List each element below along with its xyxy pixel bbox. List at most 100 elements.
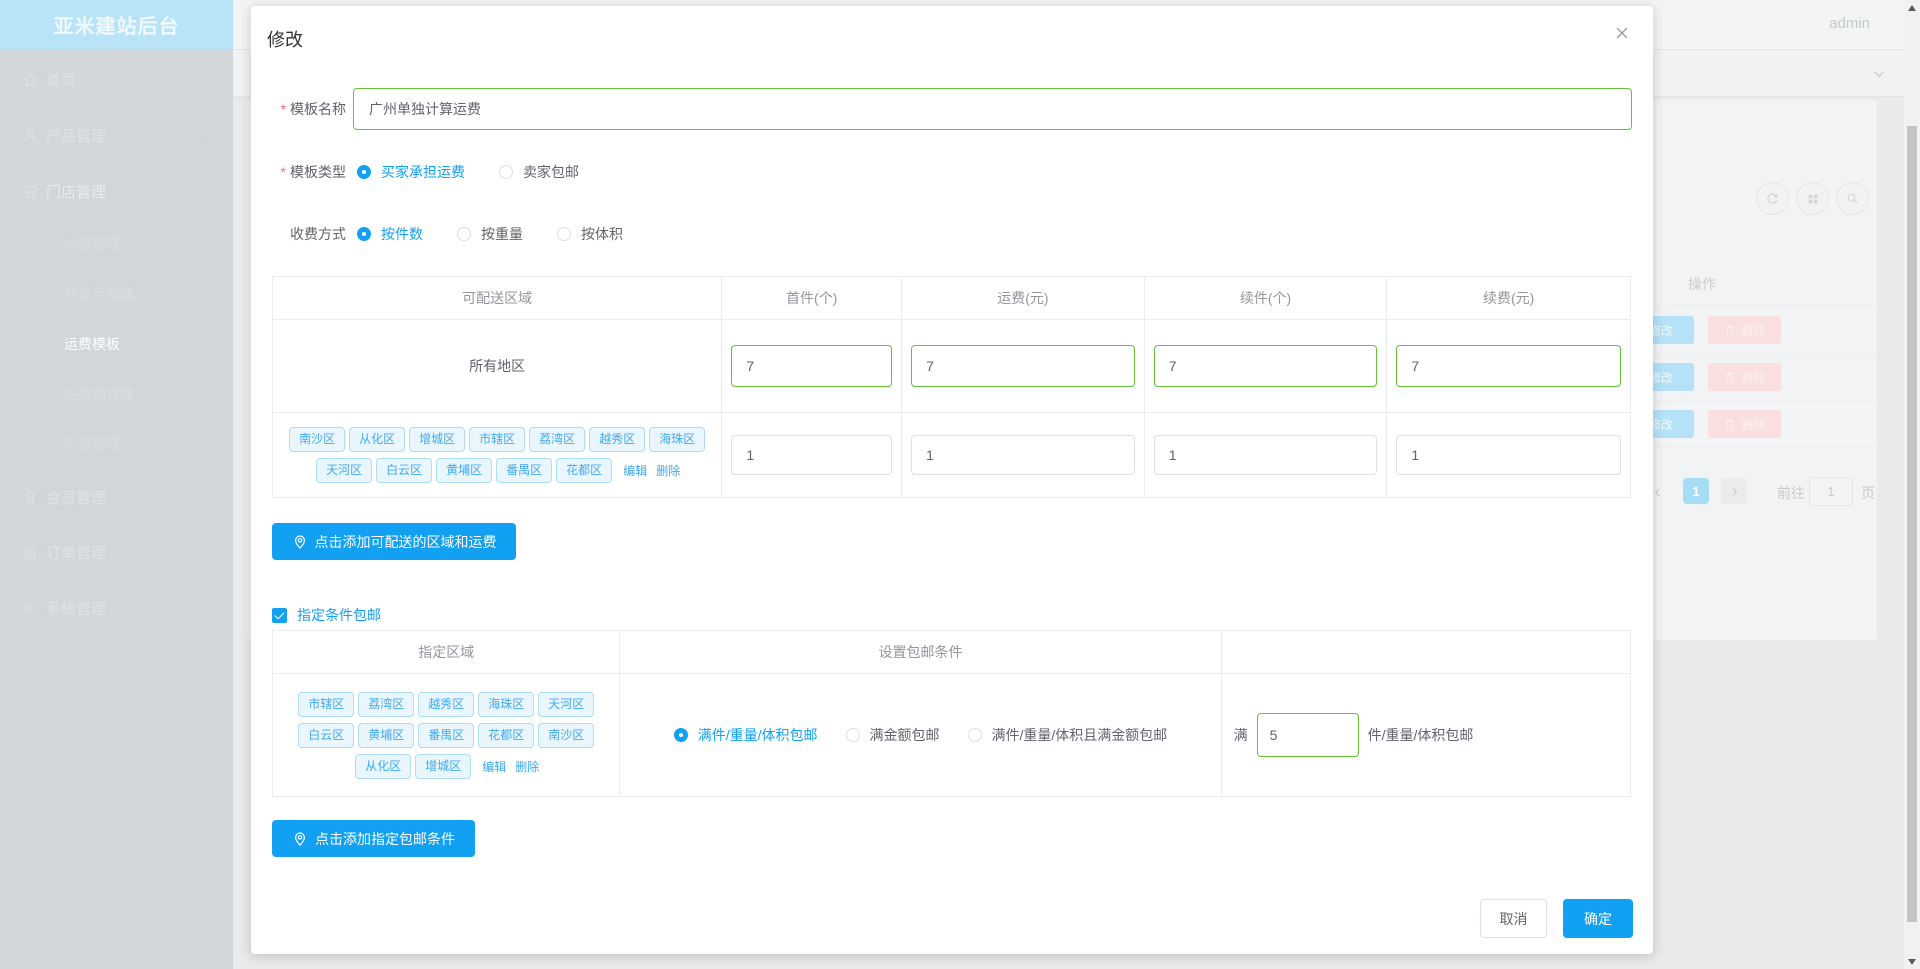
fee-input[interactable] [911,345,1135,387]
sidebar-item-pickup-points[interactable]: 自提点管理 [64,281,204,307]
region-tag: 天河区 [316,458,373,483]
add-region-button[interactable]: 点击添加可配送的区域和运费 [272,523,516,560]
collapse-chevron-icon[interactable] [1872,67,1886,81]
home-icon [22,71,39,88]
refresh-button[interactable] [1756,182,1789,215]
radio-seller-free[interactable]: 卖家包邮 [499,162,579,182]
columns-button[interactable] [1796,182,1829,215]
radio-by-weight[interactable]: 按重量 [457,224,523,244]
edit-regions-link[interactable]: 编辑 [482,758,506,775]
sidebar-item-members[interactable]: 会员管理 [0,484,233,510]
region-tag: 增城区 [409,427,466,452]
sidebar-item-system[interactable]: 系统管理 [0,595,233,621]
shop-icon [22,183,39,200]
region-tag: 南沙区 [289,427,346,452]
trash-icon [1726,372,1734,382]
pagination-page-1[interactable]: 1 [1683,478,1709,504]
radio-free-by-amount[interactable]: 满金额包邮 [845,725,940,745]
region-tag: 荔湾区 [529,427,586,452]
additional-fee-input[interactable] [1396,345,1621,387]
sidebar-item-products[interactable]: 产品管理 [0,122,233,148]
radio-buyer-pays[interactable]: 买家承担运费 [357,162,465,182]
trash-icon [1726,419,1734,429]
actions-column-header: 操作 [1688,276,1716,292]
region-tag: 越秀区 [418,691,475,717]
pagination-page-input[interactable] [1809,477,1853,506]
delete-button[interactable]: 删除 [1708,410,1781,438]
template-type-label: 模板类型 [251,162,346,182]
app-logo: 亚米建站后台 [0,0,233,49]
modal-title: 修改 [267,30,303,50]
pagination-page-suffix: 页 [1861,485,1875,501]
sidebar-item-home[interactable]: 首页 [0,66,233,92]
delete-button[interactable]: 删除 [1708,316,1781,344]
sidebar-item-hot-search[interactable]: 热搜管理 [64,431,204,457]
region-tag: 增城区 [415,753,472,779]
template-name-input[interactable] [353,88,1632,130]
region-tag: 番禺区 [496,458,553,483]
sidebar-item-orders[interactable]: 订单管理 [0,539,233,565]
charge-method-label: 收费方式 [290,226,346,242]
threshold-prefix: 满 [1233,727,1248,743]
delete-button[interactable]: 删除 [1708,363,1781,391]
region-tag: 海珠区 [649,427,706,452]
delete-regions-link[interactable]: 删除 [515,758,539,775]
column-header: 设置包邮条件 [620,631,1222,673]
search-icon[interactable] [1836,182,1869,215]
radio-free-by-both[interactable]: 满件/重量/体积且满金额包邮 [967,725,1167,745]
scroll-down-arrow[interactable] [1908,959,1916,965]
condition-table: 指定区域 设置包邮条件 市辖区 荔湾区 越秀区 海珠区 天河区 白云区 黄埔区 [272,630,1631,797]
chevron-down-icon [200,491,212,503]
region-tag: 花都区 [556,458,613,483]
sidebar-item-carousel[interactable]: 轮播图管理 [64,381,204,407]
scroll-up-arrow[interactable] [1908,5,1916,11]
column-header: 续件(个) [1145,277,1388,319]
radio-free-by-quantity[interactable]: 满件/重量/体积包邮 [673,725,818,745]
sidebar-item-announcements[interactable]: 公告管理 [64,231,204,257]
template-name-label: 模板名称 [251,99,346,119]
cancel-button[interactable]: 取消 [1480,899,1547,938]
region-tag: 白云区 [376,458,433,483]
first-piece-input[interactable] [731,345,893,387]
additional-piece-input[interactable] [1153,435,1378,475]
additional-fee-input[interactable] [1396,435,1621,475]
badge-icon [22,489,39,506]
scrollbar-thumb[interactable] [1907,126,1917,922]
edit-template-modal: 修改 模板名称 模板类型 买家承担运费 卖家包邮 收费方式 按件数 按重量 按体… [251,6,1653,954]
region-tag: 花都区 [478,722,535,748]
region-tag: 从化区 [355,753,412,779]
confirm-button[interactable]: 确定 [1563,899,1633,938]
edit-regions-link[interactable]: 编辑 [623,462,647,479]
region-tag: 市辖区 [469,427,526,452]
column-header: 指定区域 [273,631,621,673]
user-menu[interactable]: admin [1829,15,1870,32]
sidebar: 亚米建站后台 首页 产品管理 门店管理 公告管理 自提点管理 运费模板 轮播图管… [0,0,233,969]
close-icon[interactable] [1613,24,1631,42]
scrollbar[interactable] [1904,0,1920,969]
additional-piece-input[interactable] [1153,345,1378,387]
radio-by-piece[interactable]: 按件数 [357,224,423,244]
add-condition-button[interactable]: 点击添加指定包邮条件 [272,820,475,857]
chevron-down-icon [200,602,212,614]
location-pin-icon [294,831,306,846]
trash-icon [1726,325,1734,335]
region-tag: 黄埔区 [436,458,493,483]
radio-by-volume[interactable]: 按体积 [557,224,623,244]
region-all-label: 所有地区 [273,320,723,412]
pagination-goto-label: 前往 [1777,485,1805,501]
sidebar-item-shipping-templates[interactable]: 运费模板 [64,331,204,357]
region-tag: 海珠区 [478,691,535,717]
region-tag: 黄埔区 [358,722,415,748]
fee-input[interactable] [911,435,1135,475]
sidebar-item-stores[interactable]: 门店管理 [0,178,233,204]
user-icon [22,127,39,144]
region-tag: 越秀区 [589,427,646,452]
pagination-next[interactable] [1721,478,1747,504]
first-piece-input[interactable] [731,435,893,475]
region-tag: 白云区 [298,722,355,748]
order-icon [22,544,39,561]
conditional-free-shipping-checkbox[interactable]: 指定条件包邮 [272,605,381,625]
delete-regions-link[interactable]: 删除 [656,462,680,479]
threshold-input[interactable] [1256,713,1359,757]
region-tag: 荔湾区 [358,691,415,717]
